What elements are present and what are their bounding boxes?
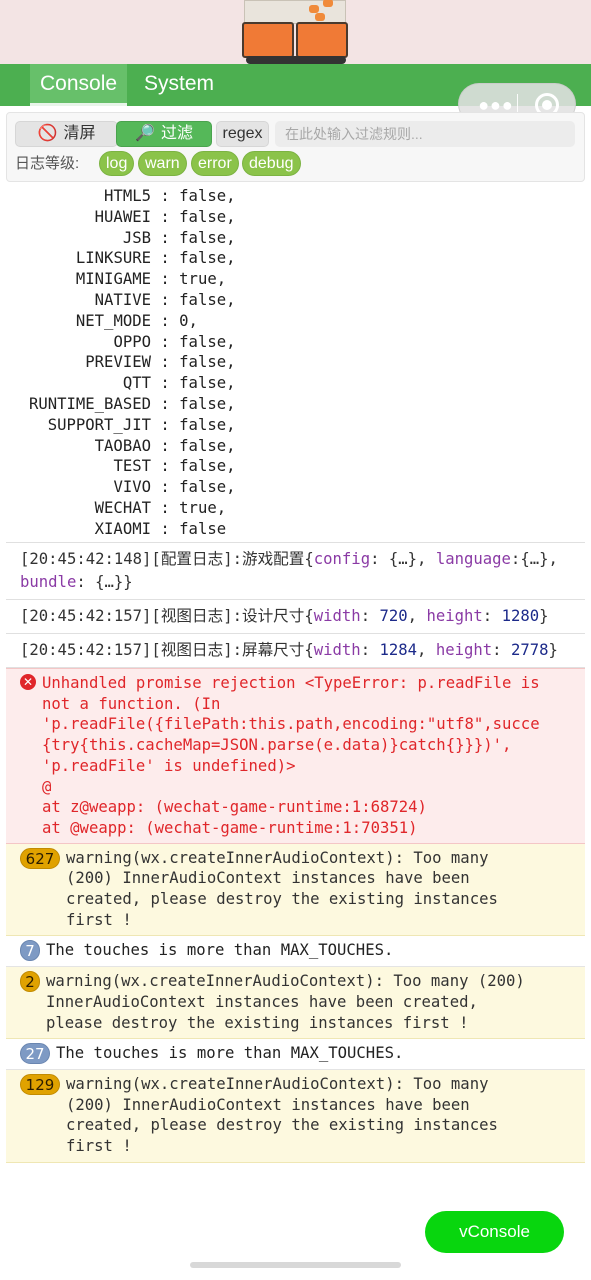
- config-line: RUNTIME_BASED : false,: [28, 395, 236, 413]
- log-line: The touches is more than MAX_TOUCHES.: [46, 941, 394, 960]
- error-line: Unhandled promise rejection <TypeError: …: [42, 674, 540, 692]
- game-canvas: [0, 0, 591, 64]
- config-line: MINIGAME : true,: [75, 270, 227, 289]
- repeat-count-badge: 27: [20, 1043, 50, 1065]
- log-line: InnerAudioContext instances have been cr…: [46, 992, 478, 1011]
- log-entry-warning: 627 warning(wx.createInnerAudioContext): …: [6, 843, 585, 937]
- repeat-count-badge: 2: [20, 971, 40, 993]
- magnifier-icon: 🔎: [135, 125, 155, 142]
- config-line: NET_MODE : 0,: [75, 311, 198, 330]
- tab-system[interactable]: System: [134, 64, 224, 106]
- error-line: 'p.readFile({filePath:this.path,encoding…: [42, 715, 540, 734]
- log-line: created, please destroy the existing ins…: [66, 1116, 498, 1135]
- log-entry-screen-size: [20:45:42:157][视图日志]:屏幕尺寸{width: 1284, h…: [6, 634, 585, 668]
- config-line: HUAWEI : false,: [94, 207, 236, 226]
- console-toolbar: 🚫清屏 🔎过滤 regex 日志等级: log warn error debug: [6, 112, 585, 182]
- repeat-count-badge: 627: [20, 847, 60, 869]
- log-line: (200) InnerAudioContext instances have b…: [66, 1095, 470, 1114]
- no-entry-icon: 🚫: [37, 125, 58, 142]
- error-line: 'p.readFile' is undefined)>: [42, 756, 296, 775]
- log-line: first !: [66, 1137, 132, 1156]
- home-indicator: [190, 1262, 401, 1268]
- log-line: first !: [66, 910, 132, 929]
- config-object-dump: HTML5 : false, HUAWEI : false, JSB : false…: [6, 183, 585, 543]
- log-line: created, please destroy the existing ins…: [66, 890, 498, 909]
- config-line: QTT : false,: [122, 374, 236, 393]
- log-line: warning(wx.createInnerAudioContext): Too…: [66, 1074, 489, 1093]
- log-line: warning(wx.createInnerAudioContext): Too…: [46, 972, 525, 991]
- robot-sprite: [240, 0, 352, 64]
- log-entry-warning: 2 warning(wx.createInnerAudioContext): To…: [6, 967, 585, 1040]
- error-line: at z@weapp: (wechat-game-runtime:1:68724…: [42, 798, 427, 817]
- regex-button[interactable]: regex: [216, 121, 269, 147]
- clear-button[interactable]: 🚫 清屏: [15, 121, 118, 147]
- tab-console[interactable]: Console: [30, 64, 128, 106]
- repeat-count-badge: 7: [20, 940, 40, 962]
- error-x-icon: ✕: [20, 674, 36, 690]
- log-entry-config: [20:45:42:148][配置日志]:游戏配置{config: {…}, l…: [6, 543, 585, 600]
- config-line: VIVO : false,: [113, 478, 236, 497]
- log-line: warning(wx.createInnerAudioContext): Too…: [66, 848, 489, 867]
- log-line: (200) InnerAudioContext instances have b…: [66, 869, 470, 888]
- log-entry-warning: 129 warning(wx.createInnerAudioContext): …: [6, 1069, 585, 1163]
- level-chip-error[interactable]: error: [191, 151, 239, 176]
- config-line: XIAOMI : false: [94, 519, 227, 538]
- log-line: The touches is more than MAX_TOUCHES.: [56, 1044, 404, 1063]
- error-line: {try{this.cacheMap=JSON.parse(e.data)}ca…: [42, 736, 512, 755]
- config-line: PREVIEW : false,: [85, 353, 236, 372]
- config-line: LINKSURE : false,: [75, 249, 236, 268]
- log-line: please destroy the existing instances fi…: [46, 1013, 469, 1032]
- log-entry-touches: 27 The touches is more than MAX_TOUCHES.: [6, 1039, 585, 1070]
- level-chip-warn[interactable]: warn: [138, 151, 187, 176]
- log-entry-design-size: [20:45:42:157][视图日志]:设计尺寸{width: 720, he…: [6, 600, 585, 634]
- log-entry-error: ✕ Unhandled promise rejection <TypeError…: [6, 668, 585, 844]
- error-line: @: [42, 777, 52, 796]
- config-line: SUPPORT_JIT : false,: [47, 415, 236, 434]
- config-line: WECHAT : true,: [94, 499, 227, 517]
- filter-button[interactable]: 🔎 过滤: [116, 121, 212, 147]
- config-line: HTML5 : false,: [104, 187, 236, 205]
- error-line: not a function. (In: [42, 694, 221, 713]
- log-entry-touches: 7 The touches is more than MAX_TOUCHES.: [6, 936, 585, 968]
- log-level-label: 日志等级:: [15, 155, 80, 172]
- config-line: JSB : false,: [122, 228, 236, 247]
- config-line: NATIVE : false,: [94, 291, 236, 309]
- level-chip-debug[interactable]: debug: [242, 151, 301, 176]
- vconsole-button[interactable]: vConsole: [425, 1211, 564, 1253]
- console-log-list: HTML5 : false, HUAWEI : false, JSB : false…: [6, 183, 585, 1163]
- repeat-count-badge: 129: [20, 1073, 60, 1095]
- filter-input[interactable]: [275, 121, 575, 147]
- config-line: TAOBAO : false,: [94, 436, 236, 455]
- config-line: TEST : false,: [113, 457, 236, 476]
- error-line: at @weapp: (wechat-game-runtime:1:70351): [42, 818, 418, 837]
- level-chip-log[interactable]: log: [99, 151, 135, 176]
- config-line: OPPO : false,: [113, 332, 236, 351]
